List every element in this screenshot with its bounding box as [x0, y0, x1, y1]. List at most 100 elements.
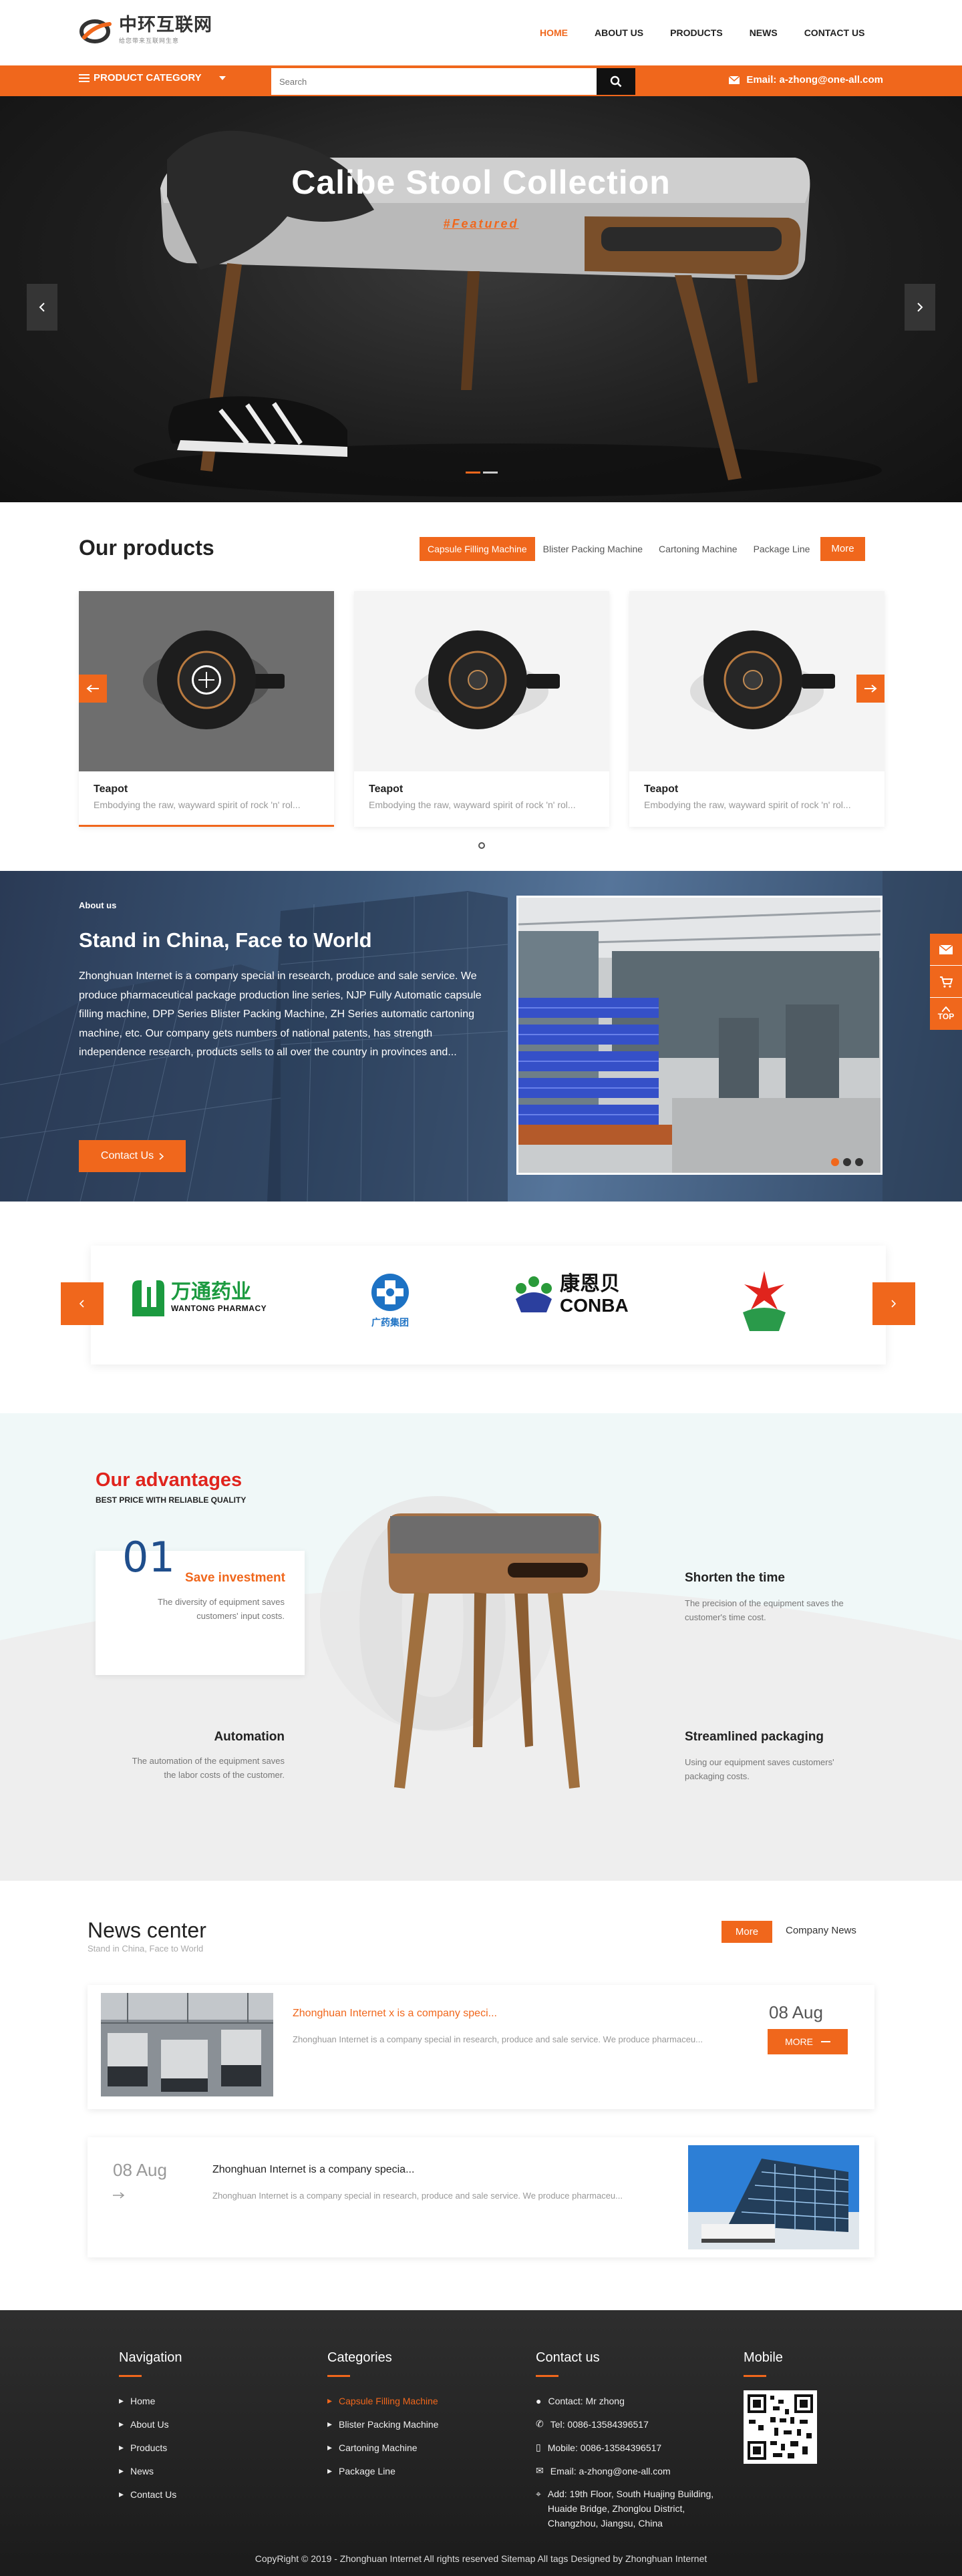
news-item[interactable]: 08 Aug Zhonghuan Internet is a company s… — [88, 2137, 874, 2257]
partners-next-arrow[interactable] — [872, 1282, 915, 1325]
product-card[interactable]: Teapot Embodying the raw, wayward spirit… — [79, 591, 334, 827]
nav-about-us[interactable]: ABOUT US — [595, 25, 643, 40]
footer-contact-email[interactable]: ✉ Email: a-zhong@one-all.com — [536, 2459, 736, 2482]
slider-dot[interactable] — [843, 1158, 851, 1166]
stool-image — [387, 1513, 601, 1789]
hero-dot[interactable] — [483, 472, 498, 474]
triangle-right-icon: ▸ — [327, 2395, 333, 2406]
nav-contact-us[interactable]: CONTACT US — [804, 25, 865, 40]
footer-link-contact[interactable]: ▸ Contact Us — [119, 2482, 182, 2506]
footer-link-label: Contact Us — [130, 2489, 177, 2500]
mobile-icon: ▯ — [536, 2442, 541, 2452]
slider-dot-active[interactable] — [831, 1158, 839, 1166]
arrow-right-icon[interactable] — [113, 2192, 125, 2199]
hero-prev-arrow[interactable] — [27, 284, 57, 331]
partner-logo[interactable]: 广药集团 — [363, 1272, 417, 1329]
factory-image — [518, 898, 880, 1173]
person-icon: ● — [536, 2395, 542, 2406]
nav-products[interactable]: PRODUCTS — [670, 25, 723, 40]
partner-name-cn: 万通药业 — [171, 1280, 251, 1304]
logo[interactable]: 中环互联网 给您带来互联网生意 — [79, 16, 212, 45]
nav-home[interactable]: HOME — [540, 25, 568, 40]
side-cart-button[interactable] — [930, 966, 962, 998]
location-icon: ⌖ — [536, 2489, 541, 2499]
hero-next-arrow[interactable] — [905, 284, 935, 331]
partners-carousel: 万通药业 WANTONG PHARMACY 广药集团 康恩贝 CONBA — [91, 1246, 886, 1364]
product-card[interactable]: Teapot Embodying the raw, wayward spirit… — [354, 591, 609, 827]
tab-capsule-filling[interactable]: Capsule Filling Machine — [420, 537, 535, 561]
partner-logo[interactable]: 康恩贝 CONBA — [512, 1272, 629, 1316]
footer-col-navigation: Navigation ▸ Home ▸ About Us ▸ Products ▸ Ne… — [119, 2350, 182, 2506]
news-item[interactable]: Zhonghuan Internet x is a company speci.… — [88, 1985, 874, 2109]
products-more-button[interactable]: More — [820, 537, 865, 561]
footer-link-products[interactable]: ▸ Products — [119, 2436, 182, 2459]
teapot-image — [690, 630, 835, 729]
factory-photo — [516, 896, 883, 1175]
side-top-button[interactable]: TOP — [930, 998, 962, 1030]
products-next-arrow[interactable] — [856, 675, 885, 703]
news-item-title[interactable]: Zhonghuan Internet x is a company speci.… — [293, 2008, 497, 2020]
triangle-right-icon: ▸ — [119, 2465, 124, 2476]
partners-prev-arrow[interactable] — [61, 1282, 104, 1325]
footer-link-about[interactable]: ▸ About Us — [119, 2412, 182, 2436]
hero-subtitle[interactable]: #Featured — [0, 217, 962, 231]
footer-heading: Navigation — [119, 2350, 182, 2365]
footer-link-label: Package Line — [339, 2465, 395, 2476]
tab-blister-packing[interactable]: Blister Packing Machine — [535, 537, 651, 561]
footer-link-news[interactable]: ▸ News — [119, 2459, 182, 2482]
side-email-button[interactable] — [930, 934, 962, 966]
partner-name-en: CONBA — [560, 1295, 629, 1316]
advantage-text: The diversity of equipment saves custome… — [157, 1597, 285, 1621]
about-slider-dots — [831, 1158, 863, 1166]
search-button[interactable] — [597, 68, 635, 95]
news-more-label: MORE — [785, 2036, 813, 2047]
footer-link-cartoning[interactable]: ▸ Cartoning Machine — [327, 2436, 438, 2459]
zoom-plus-icon[interactable] — [191, 665, 222, 695]
product-category-label: PRODUCT CATEGORY — [94, 72, 202, 83]
products-prev-arrow[interactable] — [79, 675, 107, 703]
footer-link-capsule[interactable]: ▸ Capsule Filling Machine — [327, 2389, 438, 2412]
tab-cartoning[interactable]: Cartoning Machine — [651, 537, 746, 561]
footer-heading-underline — [119, 2375, 142, 2377]
partner-logo[interactable] — [738, 1268, 791, 1332]
triangle-right-icon: ▸ — [119, 2489, 124, 2499]
product-image — [354, 591, 609, 771]
header-email[interactable]: Email: a-zhong@one-all.com — [729, 74, 883, 85]
news-item-title[interactable]: Zhonghuan Internet is a company specia..… — [212, 2164, 414, 2176]
products-title: Our products — [79, 536, 214, 560]
advantages-title: Our advantages — [96, 1469, 243, 1491]
footer-link-home[interactable]: ▸ Home — [119, 2389, 182, 2412]
nav-news[interactable]: NEWS — [750, 25, 778, 40]
news-more-button[interactable]: More — [722, 1921, 772, 1943]
hero-dot-active[interactable] — [466, 472, 480, 474]
footer-link-label: Capsule Filling Machine — [339, 2395, 438, 2406]
footer-contact-person: ● Contact: Mr zhong — [536, 2389, 736, 2412]
footer-heading: Contact us — [536, 2350, 600, 2365]
contact-us-button[interactable]: Contact Us — [79, 1140, 186, 1172]
phone-icon: ✆ — [536, 2418, 544, 2429]
products-pagination-dot[interactable] — [478, 842, 485, 849]
product-category-dropdown[interactable]: PRODUCT CATEGORY — [79, 72, 226, 83]
copyright: CopyRight © 2019 - Zhonghuan Internet Al… — [255, 2553, 707, 2564]
logo-subtitle: 给您带来互联网生意 — [119, 37, 180, 44]
tab-company-news[interactable]: Company News — [786, 1925, 856, 1936]
footer-heading: Categories — [327, 2350, 392, 2365]
footer-contact-mobile[interactable]: ▯ Mobile: 0086-13584396517 — [536, 2436, 736, 2459]
partner-logo[interactable]: 万通药业 WANTONG PHARMACY — [130, 1278, 267, 1316]
news-more-button[interactable]: MORE — [768, 2029, 848, 2054]
footer-link-package-line[interactable]: ▸ Package Line — [327, 2459, 438, 2482]
tab-package-line[interactable]: Package Line — [746, 537, 818, 561]
slider-dot[interactable] — [855, 1158, 863, 1166]
main-nav: HOME ABOUT US PRODUCTS NEWS CONTACT US — [540, 25, 864, 40]
advantages-subtitle: BEST PRICE WITH RELIABLE QUALITY — [96, 1495, 247, 1505]
search-input[interactable] — [271, 68, 597, 95]
footer-contact-tel[interactable]: ✆ Tel: 0086-13584396517 — [536, 2412, 736, 2436]
news-item-text: Zhonghuan Internet is a company special … — [293, 2034, 703, 2044]
about-body: Zhonghuan Internet is a company special … — [79, 970, 482, 1058]
footer-link-label: About Us — [130, 2418, 169, 2430]
footer-link-blister[interactable]: ▸ Blister Packing Machine — [327, 2412, 438, 2436]
chevron-left-icon — [39, 302, 45, 313]
advantage-text: The precision of the equipment saves the… — [685, 1598, 844, 1622]
triangle-right-icon: ▸ — [119, 2395, 124, 2406]
product-card[interactable]: Teapot Embodying the raw, wayward spirit… — [629, 591, 885, 827]
